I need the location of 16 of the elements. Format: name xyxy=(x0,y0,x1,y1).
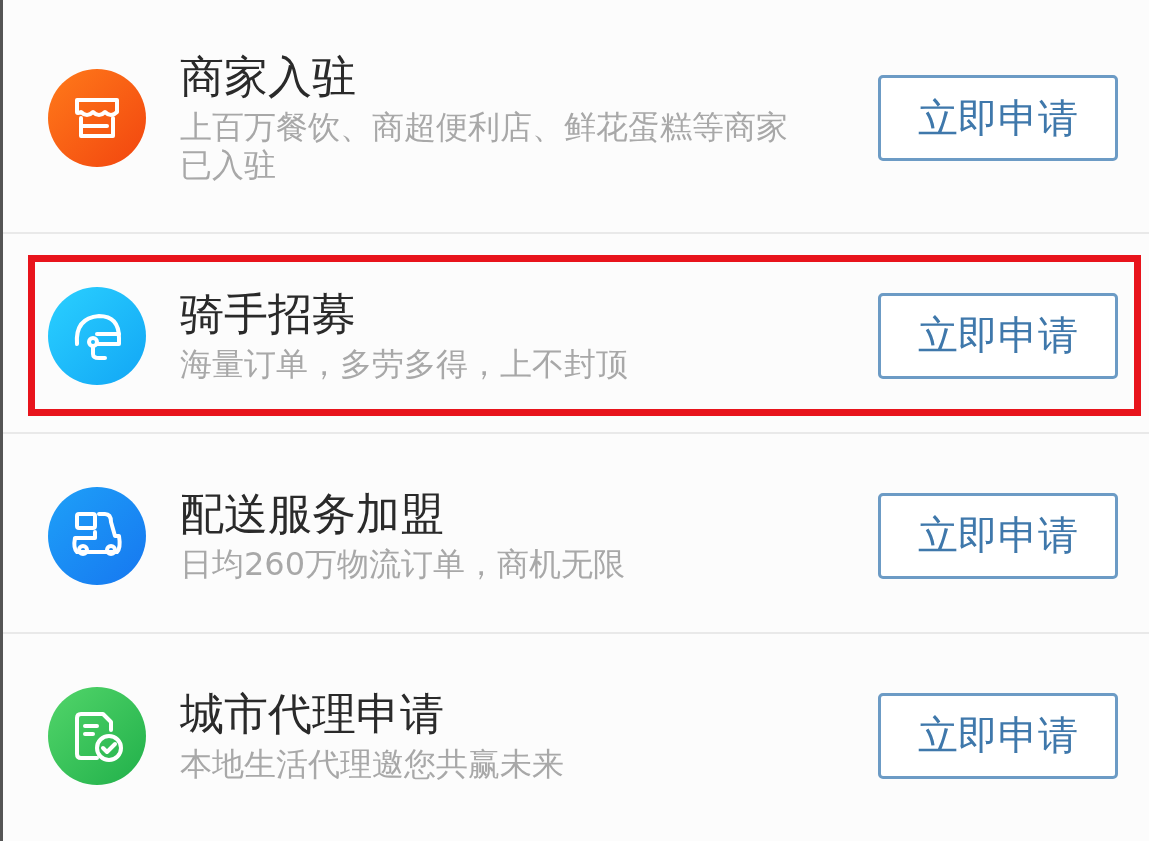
item-description: 海量订单，多劳多得，上不封顶 xyxy=(180,344,629,384)
item-title: 城市代理申请 xyxy=(180,687,445,741)
apply-button[interactable]: 立即申请 xyxy=(878,492,1118,579)
helmet-icon xyxy=(47,285,147,386)
document-check-icon xyxy=(47,685,147,786)
apply-button[interactable]: 立即申请 xyxy=(878,292,1118,379)
apply-button[interactable]: 立即申请 xyxy=(878,692,1118,779)
item-description: 日均260万物流订单，商机无限 xyxy=(180,544,627,584)
item-title: 配送服务加盟 xyxy=(180,487,445,541)
store-icon xyxy=(47,68,147,168)
item-description: 本地生活代理邀您共赢未来 xyxy=(180,744,565,784)
item-title: 商家入驻 xyxy=(180,51,357,104)
apply-button[interactable]: 立即申请 xyxy=(878,75,1118,161)
item-title: 骑手招募 xyxy=(180,287,357,341)
scooter-icon xyxy=(47,485,147,586)
item-description: 上百万餐饮、商超便利店、鲜花蛋糕等商家已入驻 xyxy=(180,108,789,185)
